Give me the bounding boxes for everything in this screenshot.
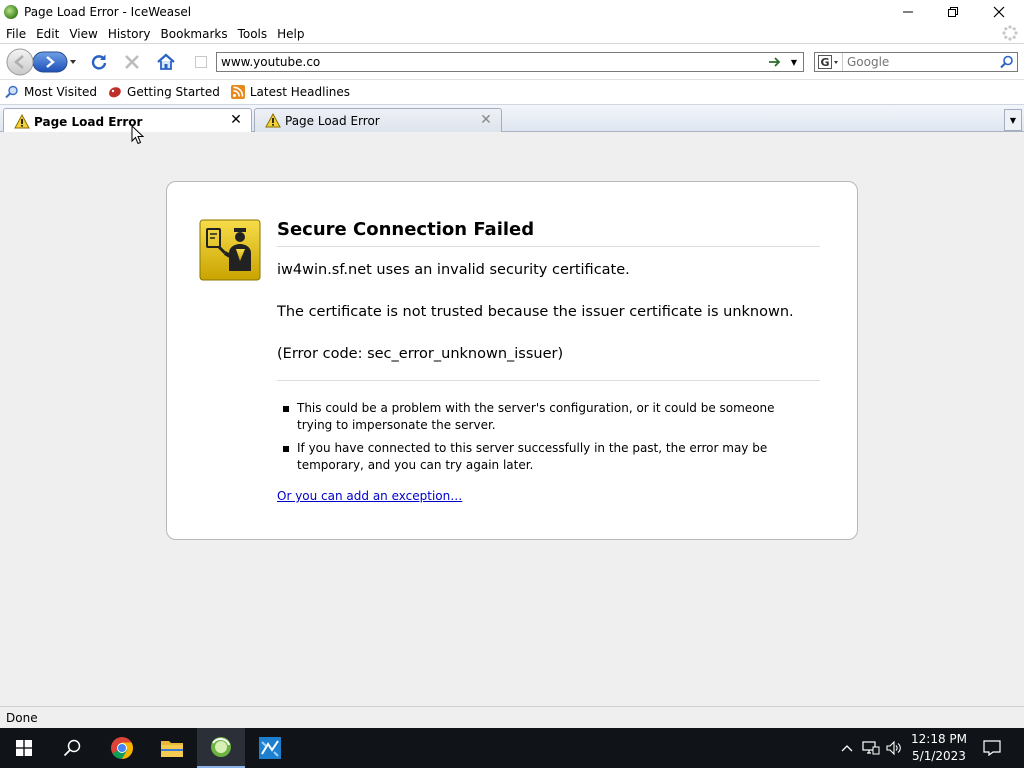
network-icon <box>862 741 880 755</box>
folder-icon <box>161 741 183 757</box>
navigation-toolbar: ▼ G <box>0 43 1024 79</box>
home-button[interactable] <box>155 52 177 72</box>
tab-page-load-error[interactable]: Page Load Error ✕ <box>254 108 502 133</box>
stop-icon <box>125 55 139 69</box>
speaker-icon <box>886 741 901 755</box>
list-item: If you have connected to this server suc… <box>283 440 783 474</box>
windows-logo-icon <box>16 740 32 756</box>
taskbar: 12:18 PM 5/1/2023 <box>0 728 1024 768</box>
show-hidden-icons-button[interactable] <box>838 728 856 768</box>
minimize-button[interactable] <box>885 0 931 24</box>
iceweasel-taskbar-button[interactable] <box>197 728 245 768</box>
action-center-button[interactable] <box>978 728 1006 768</box>
search-taskbar-button[interactable] <box>48 728 96 768</box>
error-panel: Secure Connection Failed iw4win.sf.net u… <box>166 181 858 540</box>
menu-tools[interactable]: Tools <box>233 27 273 41</box>
search-engine-selector[interactable]: G <box>815 53 843 71</box>
back-forward-buttons[interactable] <box>3 48 79 76</box>
status-bar: Done <box>0 706 1024 728</box>
home-icon <box>157 53 175 70</box>
start-button[interactable] <box>0 728 48 768</box>
menu-help[interactable]: Help <box>272 27 309 41</box>
stop-button[interactable] <box>121 52 143 72</box>
tab-page-load-error-active[interactable]: Page Load Error ✕ <box>3 108 252 134</box>
rss-feed-icon <box>230 84 246 100</box>
warning-icon <box>265 113 281 128</box>
volume-control[interactable] <box>884 728 904 768</box>
error-details-list: This could be a problem with the server'… <box>283 400 783 480</box>
url-bar[interactable]: ▼ <box>216 52 804 72</box>
bookmark-most-visited[interactable]: Most Visited <box>4 84 97 100</box>
menu-view[interactable]: View <box>64 27 102 41</box>
close-tab-icon[interactable]: ✕ <box>479 112 493 128</box>
app-icon <box>259 737 281 759</box>
file-explorer-taskbar-button[interactable] <box>148 728 196 768</box>
search-icon <box>63 739 81 757</box>
chevron-down-icon: ▼ <box>1009 115 1017 125</box>
system-clock[interactable]: 12:18 PM 5/1/2023 <box>904 731 974 765</box>
tab-strip: Page Load Error ✕ Page Load Error ✕ ▼ <box>0 104 1024 134</box>
error-code: (Error code: sec_error_unknown_issuer) <box>277 346 564 362</box>
menu-bar: File Edit View History Bookmarks Tools H… <box>0 24 1024 43</box>
divider <box>277 380 820 381</box>
menu-edit[interactable]: Edit <box>31 27 64 41</box>
status-text: Done <box>6 710 38 725</box>
clock-date: 5/1/2023 <box>912 749 966 763</box>
search-bar[interactable]: G <box>814 52 1018 72</box>
list-all-tabs-button[interactable]: ▼ <box>1004 109 1022 131</box>
bookmarks-toolbar: Most Visited Getting Started Latest Head… <box>0 79 1024 104</box>
page-favicon <box>190 52 212 72</box>
reload-button[interactable] <box>88 52 110 72</box>
close-icon <box>993 6 1005 18</box>
error-message-certificate: iw4win.sf.net uses an invalid security c… <box>277 262 630 278</box>
bookmark-label: Most Visited <box>24 85 98 99</box>
chrome-taskbar-button[interactable] <box>98 728 146 768</box>
close-window-button[interactable] <box>976 0 1022 24</box>
google-icon: G <box>817 55 838 69</box>
search-input[interactable] <box>843 53 993 71</box>
bookmark-label: Getting Started <box>127 85 220 99</box>
minimize-icon <box>903 11 913 13</box>
tab-label: Page Load Error <box>34 114 143 129</box>
add-exception-link[interactable]: Or you can add an exception… <box>277 489 462 503</box>
restore-button[interactable] <box>930 0 976 24</box>
url-input[interactable] <box>217 53 757 71</box>
menu-bookmarks[interactable]: Bookmarks <box>156 27 233 41</box>
error-message-issuer: The certificate is not trusted because t… <box>277 304 794 320</box>
reload-icon <box>91 54 107 70</box>
clock-time: 12:18 PM <box>911 732 967 746</box>
window-title: Page Load Error - IceWeasel <box>24 5 192 19</box>
chrome-icon <box>111 737 133 759</box>
menu-file[interactable]: File <box>0 27 31 41</box>
list-item: This could be a problem with the server'… <box>283 400 783 434</box>
warning-icon <box>14 113 30 128</box>
page-content: Secure Connection Failed iw4win.sf.net u… <box>0 132 1024 706</box>
bookmark-getting-started[interactable]: Getting Started <box>107 84 220 100</box>
svg-text:G: G <box>820 56 829 69</box>
chevron-up-icon <box>841 745 853 752</box>
bookmark-label: Latest Headlines <box>249 85 351 99</box>
network-status[interactable] <box>860 728 882 768</box>
mouse-cursor-icon <box>131 125 145 145</box>
error-title: Secure Connection Failed <box>277 219 820 247</box>
history-dropdown-icon <box>70 60 76 64</box>
app-taskbar-button[interactable] <box>246 728 294 768</box>
iceweasel-icon <box>211 737 231 757</box>
go-arrow-icon[interactable] <box>767 54 783 70</box>
menu-history[interactable]: History <box>103 27 156 41</box>
bookmark-latest-headlines[interactable]: Latest Headlines <box>230 84 350 100</box>
iceweasel-app-icon <box>4 5 18 19</box>
most-visited-icon <box>4 84 20 100</box>
title-bar: Page Load Error - IceWeasel <box>0 0 1024 24</box>
url-dropdown-icon[interactable]: ▼ <box>788 54 800 70</box>
close-tab-icon[interactable]: ✕ <box>229 112 243 128</box>
throbber-icon <box>1002 25 1018 41</box>
security-officer-icon <box>199 219 261 281</box>
getting-started-icon <box>107 84 123 100</box>
tab-label: Page Load Error <box>285 114 380 128</box>
blank-page-icon <box>195 56 207 68</box>
search-icon[interactable] <box>1000 55 1014 69</box>
restore-icon <box>948 7 958 17</box>
notification-icon <box>983 740 1001 756</box>
